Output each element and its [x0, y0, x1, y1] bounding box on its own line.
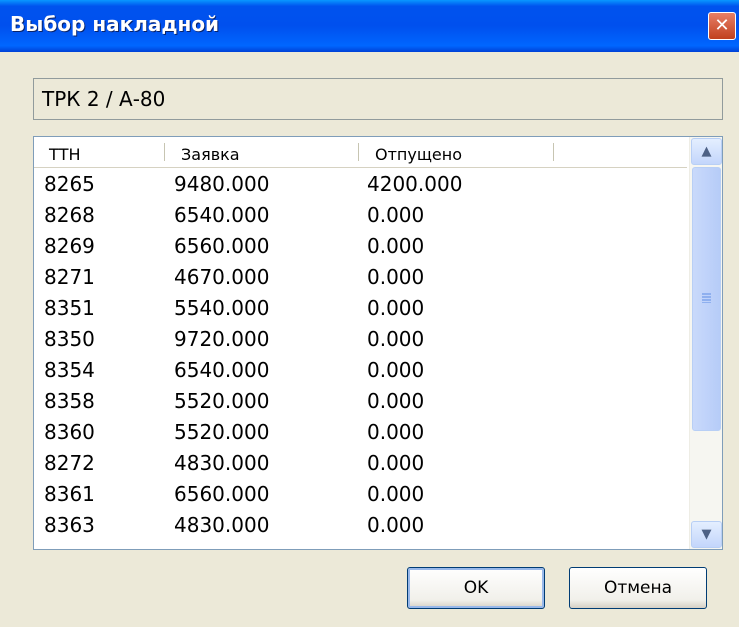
cell-request: 5540.000 — [174, 296, 270, 320]
cell-request: 5520.000 — [174, 420, 270, 444]
scroll-down-button[interactable]: ▼ — [691, 521, 722, 548]
table-row[interactable]: 8265 9480.000 4200.000 — [34, 169, 687, 200]
cell-ttn: 8272 — [44, 451, 95, 475]
cell-dispensed: 0.000 — [367, 296, 425, 320]
invoice-select-dialog: Выбор накладной ✕ ТРК 2 / А-80 ТТН Заявк… — [0, 0, 739, 627]
column-header-request[interactable]: Заявка — [181, 145, 240, 164]
table-row[interactable]: 8271 4670.000 0.000 — [34, 262, 687, 293]
cell-ttn: 8358 — [44, 389, 95, 413]
window-title: Выбор накладной — [10, 12, 220, 36]
table-row[interactable]: 8363 4830.000 0.000 — [34, 510, 687, 541]
cell-ttn: 8268 — [44, 203, 95, 227]
cell-request: 6540.000 — [174, 203, 270, 227]
cell-dispensed: 0.000 — [367, 265, 425, 289]
column-divider[interactable] — [164, 143, 165, 161]
cell-ttn: 8269 — [44, 234, 95, 258]
cell-dispensed: 0.000 — [367, 327, 425, 351]
column-divider[interactable] — [553, 143, 554, 161]
cell-request: 4830.000 — [174, 513, 270, 537]
cell-dispensed: 0.000 — [367, 203, 425, 227]
table-row[interactable]: 8360 5520.000 0.000 — [34, 417, 687, 448]
cell-request: 6540.000 — [174, 358, 270, 382]
ok-button[interactable]: OK — [407, 567, 545, 609]
chevron-down-icon: ▼ — [701, 527, 712, 542]
table-row[interactable]: 8351 5540.000 0.000 — [34, 293, 687, 324]
cell-ttn: 8350 — [44, 327, 95, 351]
cell-dispensed: 0.000 — [367, 234, 425, 258]
pump-label-box: ТРК 2 / А-80 — [33, 78, 723, 120]
column-header-dispensed[interactable]: Отпущено — [375, 145, 462, 164]
cell-request: 5520.000 — [174, 389, 270, 413]
cell-ttn: 8265 — [44, 172, 95, 196]
vertical-scrollbar[interactable]: ▲ ▼ — [689, 137, 722, 549]
table-row[interactable]: 8361 6560.000 0.000 — [34, 479, 687, 510]
table-row[interactable]: 8350 9720.000 0.000 — [34, 324, 687, 355]
cancel-button[interactable]: Отмена — [569, 567, 707, 609]
cell-request: 4670.000 — [174, 265, 270, 289]
title-bar[interactable]: Выбор накладной ✕ — [0, 0, 739, 52]
cell-dispensed: 0.000 — [367, 451, 425, 475]
scroll-grip-icon — [702, 293, 711, 303]
cell-dispensed: 0.000 — [367, 389, 425, 413]
scroll-up-button[interactable]: ▲ — [691, 138, 722, 165]
cell-request: 6560.000 — [174, 482, 270, 506]
cell-ttn: 8363 — [44, 513, 95, 537]
table-row[interactable]: 8358 5520.000 0.000 — [34, 386, 687, 417]
close-button[interactable]: ✕ — [708, 12, 736, 40]
grid-header: ТТН Заявка Отпущено — [34, 137, 687, 168]
column-divider[interactable] — [358, 143, 359, 161]
cell-ttn: 8360 — [44, 420, 95, 444]
cell-dispensed: 0.000 — [367, 513, 425, 537]
cell-dispensed: 0.000 — [367, 420, 425, 444]
chevron-up-icon: ▲ — [701, 144, 712, 159]
pump-label: ТРК 2 / А-80 — [42, 87, 166, 111]
table-row[interactable]: 8354 6540.000 0.000 — [34, 355, 687, 386]
close-icon: ✕ — [714, 15, 730, 36]
cell-ttn: 8271 — [44, 265, 95, 289]
table-row[interactable]: 8268 6540.000 0.000 — [34, 200, 687, 231]
table-row[interactable]: 8272 4830.000 0.000 — [34, 448, 687, 479]
cell-ttn: 8361 — [44, 482, 95, 506]
cell-ttn: 8354 — [44, 358, 95, 382]
cell-dispensed: 0.000 — [367, 358, 425, 382]
cell-request: 6560.000 — [174, 234, 270, 258]
invoice-grid[interactable]: ТТН Заявка Отпущено 8265 9480.000 4200.000… — [33, 136, 723, 550]
cell-request: 9720.000 — [174, 327, 270, 351]
cell-ttn: 8351 — [44, 296, 95, 320]
cell-request: 4830.000 — [174, 451, 270, 475]
table-row[interactable]: 8269 6560.000 0.000 — [34, 231, 687, 262]
column-header-ttn[interactable]: ТТН — [49, 145, 81, 164]
cell-dispensed: 0.000 — [367, 482, 425, 506]
scroll-thumb[interactable] — [692, 167, 721, 431]
cell-request: 9480.000 — [174, 172, 270, 196]
cell-dispensed: 4200.000 — [367, 172, 463, 196]
